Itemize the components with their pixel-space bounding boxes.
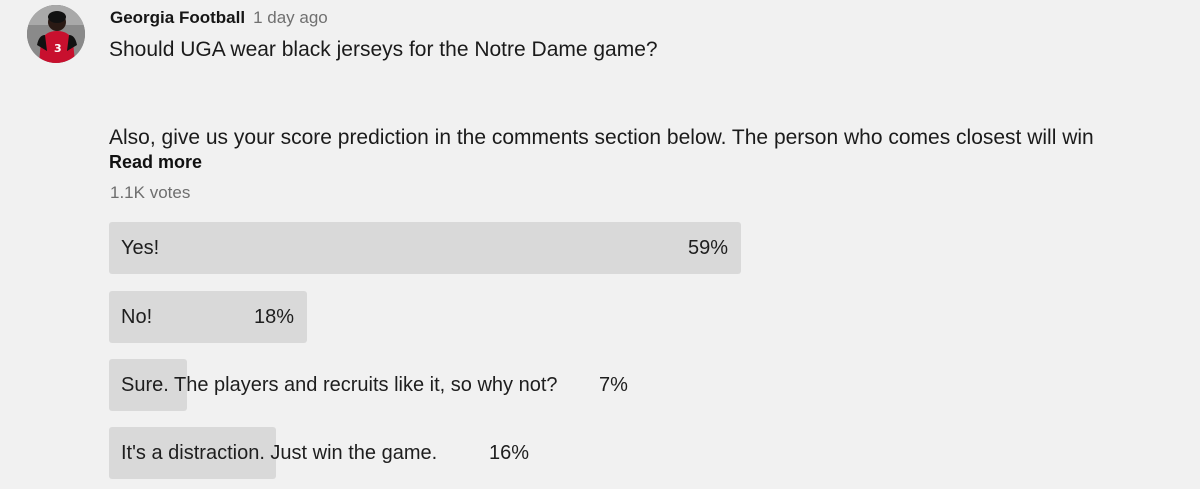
vote-count: 1.1K votes [110,183,191,202]
community-post: 3 Georgia Football 1 day ago Should UGA w… [0,0,1200,489]
channel-avatar[interactable]: 3 [27,5,85,63]
post-timestamp[interactable]: 1 day ago [253,8,328,27]
poll-option-yes[interactable]: Yes! 59% [109,222,741,274]
player-avatar-icon: 3 [27,5,85,63]
poll-option-label: Yes! [121,237,160,259]
poll-option-no[interactable]: No! 18% [109,291,307,343]
poll-option-label: No! [121,306,153,328]
author-name[interactable]: Georgia Football [110,8,245,27]
poll-option-percent: 16% [489,442,530,464]
poll-option-percent: 7% [599,374,628,396]
poll-option-percent: 59% [688,237,729,259]
poll-question: Should UGA wear black jerseys for the No… [109,38,658,61]
poll-option-label: It's a distraction. Just win the game. [121,442,438,464]
poll-option-percent: 18% [254,306,295,328]
poll-option-distraction[interactable]: It's a distraction. Just win the game. 1… [109,427,549,479]
poll-option-sure[interactable]: Sure. The players and recruits like it, … [109,359,649,411]
post-body-text: Also, give us your score prediction in t… [109,126,1094,149]
poll-option-label: Sure. The players and recruits like it, … [121,374,558,396]
poll-option-bar [109,222,741,274]
post-header: Georgia Football 1 day ago [110,8,328,30]
svg-text:3: 3 [54,42,62,55]
read-more-link[interactable]: Read more [109,152,202,173]
